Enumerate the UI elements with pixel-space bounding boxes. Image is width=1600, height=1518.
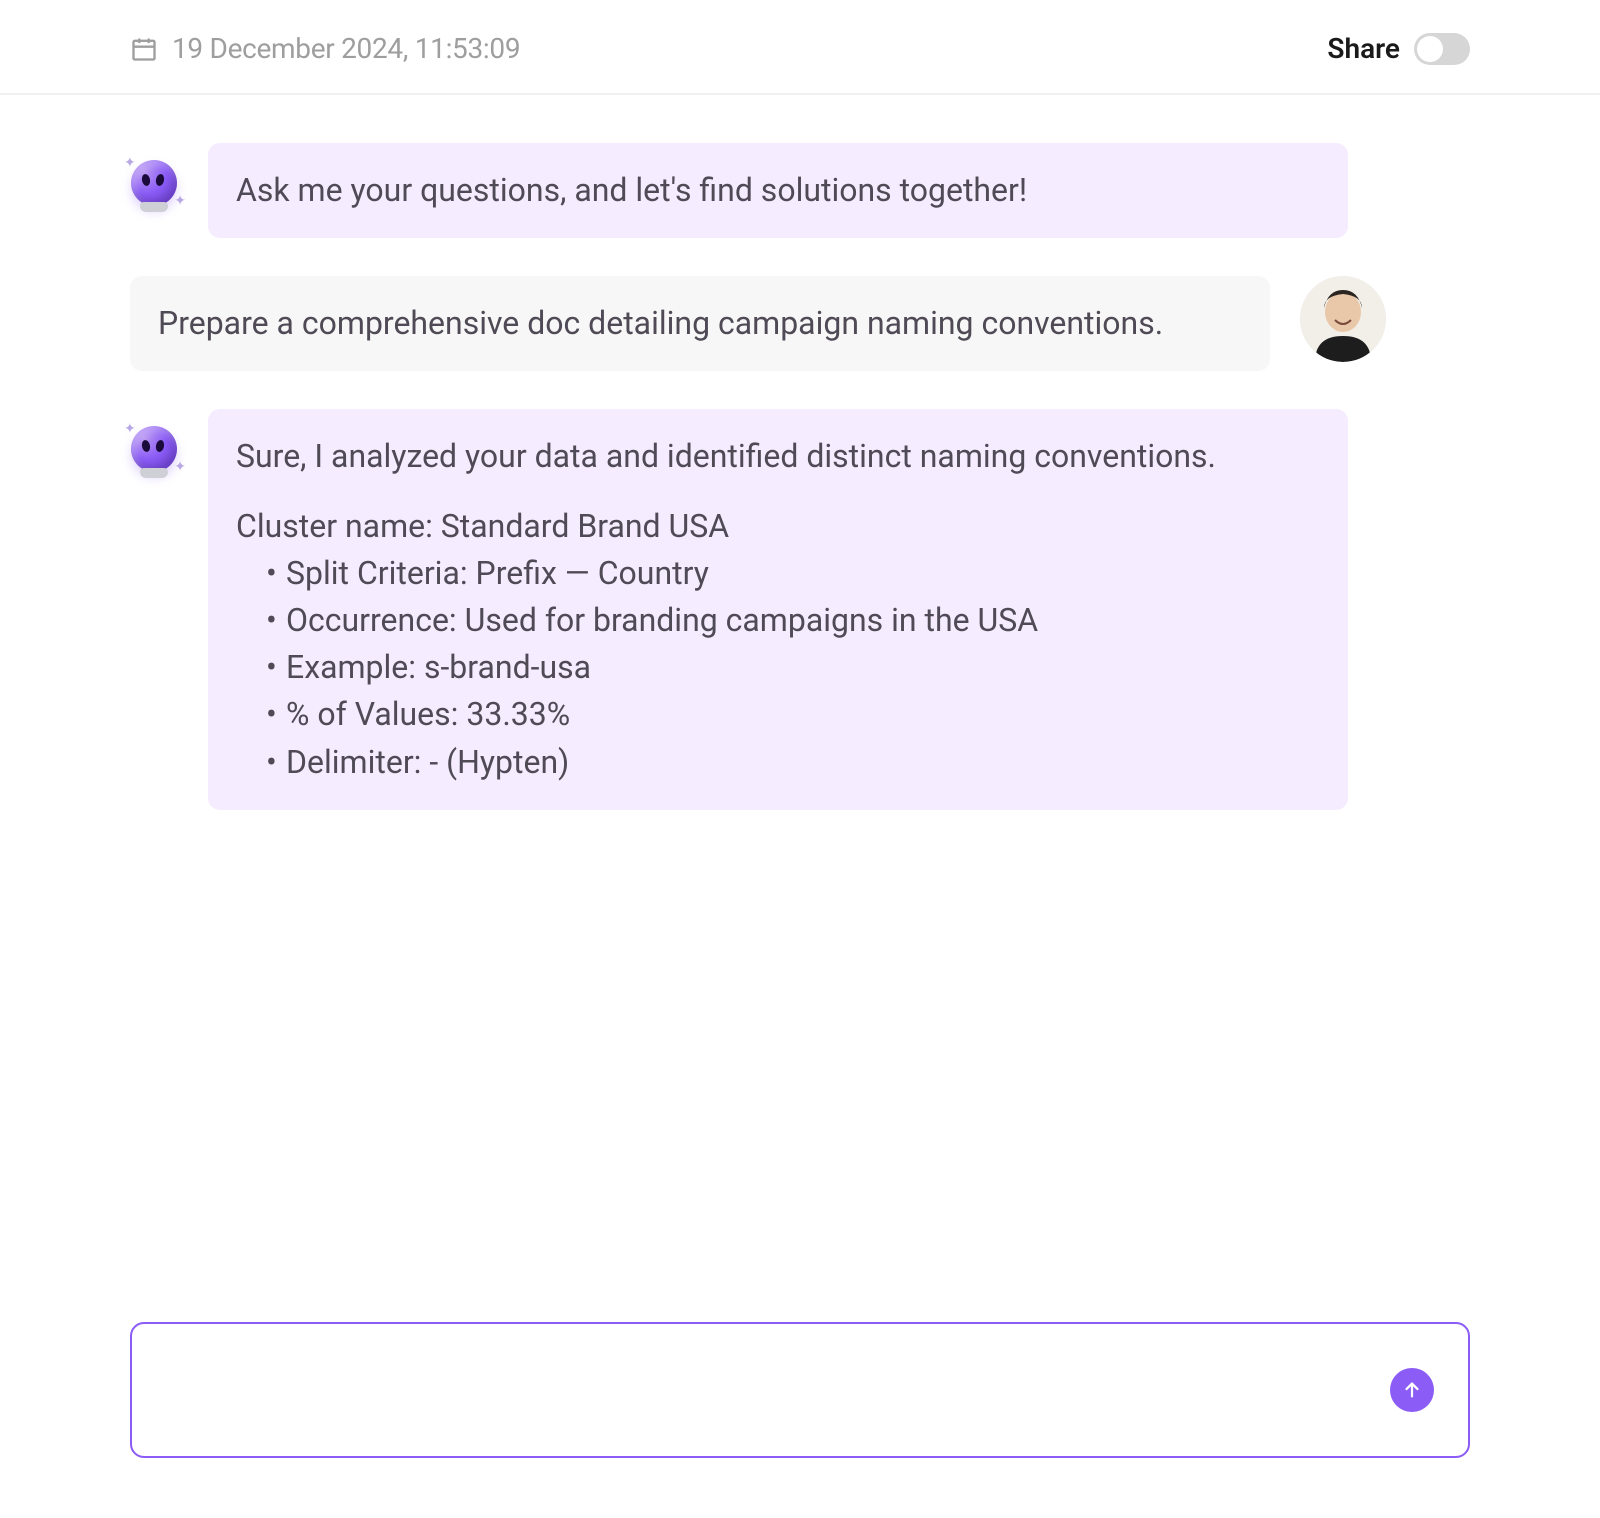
assistant-message: Sure, I analyzed your data and identifie… — [208, 409, 1348, 809]
arrow-up-icon — [1401, 1379, 1423, 1401]
list-item: Occurrence: Used for branding campaigns … — [266, 599, 1320, 642]
list-item: Example: s-brand-usa — [266, 646, 1320, 689]
user-avatar — [1300, 276, 1386, 362]
message-input[interactable] — [156, 1344, 1368, 1432]
message-row: ✦ ✦ Ask me your questions, and let's fin… — [130, 143, 1470, 238]
toggle-knob — [1417, 36, 1443, 62]
list-item: Delimiter: - (Hypten) — [266, 741, 1320, 784]
header-bar: 19 December 2024, 11:53:09 Share — [0, 0, 1600, 95]
cluster-title: Cluster name: Standard Brand USA — [236, 505, 1320, 548]
page-root: 19 December 2024, 11:53:09 Share ✦ ✦ Ask… — [0, 0, 1600, 1518]
chat-area: ✦ ✦ Ask me your questions, and let's fin… — [0, 95, 1600, 810]
crystal-ball-alien-icon — [131, 426, 177, 472]
header-left: 19 December 2024, 11:53:09 — [130, 32, 520, 65]
list-item: Split Criteria: Prefix — Country — [266, 552, 1320, 595]
user-message: Prepare a comprehensive doc detailing ca… — [130, 276, 1270, 371]
assistant-message: Ask me your questions, and let's find so… — [208, 143, 1348, 238]
orb-base — [140, 468, 168, 478]
user-photo-icon — [1300, 276, 1386, 362]
share-toggle[interactable] — [1414, 33, 1470, 65]
session-timestamp: 19 December 2024, 11:53:09 — [172, 32, 520, 65]
message-row: Prepare a comprehensive doc detailing ca… — [130, 276, 1470, 371]
assistant-avatar: ✦ ✦ — [130, 159, 178, 207]
assistant-message-lead: Sure, I analyzed your data and identifie… — [236, 435, 1320, 478]
calendar-icon — [130, 35, 158, 63]
list-item: % of Values: 33.33% — [266, 693, 1320, 736]
orb-base — [140, 202, 168, 212]
composer-area — [130, 1322, 1470, 1458]
header-right: Share — [1327, 32, 1470, 65]
send-button[interactable] — [1390, 1368, 1434, 1412]
assistant-avatar: ✦ ✦ — [130, 425, 178, 473]
crystal-ball-alien-icon — [131, 160, 177, 206]
sparkle-icon: ✦ — [124, 155, 136, 171]
message-row: ✦ ✦ Sure, I analyzed your data and ident… — [130, 409, 1470, 809]
cluster-bullet-list: Split Criteria: Prefix — Country Occurre… — [236, 552, 1320, 784]
sparkle-icon: ✦ — [174, 459, 186, 475]
sparkle-icon: ✦ — [174, 193, 186, 209]
share-label: Share — [1327, 32, 1400, 65]
sparkle-icon: ✦ — [124, 421, 136, 437]
composer[interactable] — [130, 1322, 1470, 1458]
